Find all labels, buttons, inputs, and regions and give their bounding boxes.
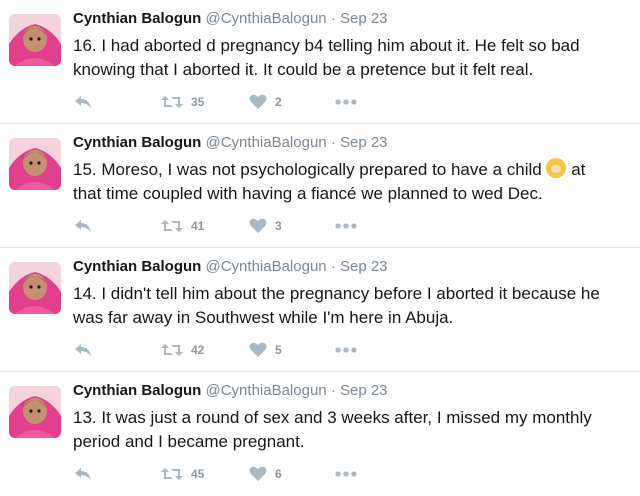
reply-button[interactable]: [73, 90, 93, 114]
tweet-text: 16. I had aborted d pregnancy b4 telling…: [73, 36, 580, 79]
tweet[interactable]: Cynthian Balogun @CynthiaBalogun · Sep 2…: [0, 372, 640, 496]
avatar[interactable]: [9, 386, 61, 438]
retweet-button[interactable]: 45: [161, 462, 204, 486]
separator-dot: ·: [330, 382, 336, 399]
heart-icon: [249, 466, 267, 482]
reply-icon: [73, 342, 93, 358]
more-button[interactable]: [335, 462, 357, 486]
tweet[interactable]: Cynthian Balogun @CynthiaBalogun · Sep 2…: [0, 0, 640, 124]
avatar[interactable]: [9, 138, 61, 190]
retweet-count: 41: [191, 219, 205, 233]
like-button[interactable]: 6: [249, 462, 282, 486]
heart-icon: [249, 218, 267, 234]
username[interactable]: @CynthiaBalogun: [206, 134, 327, 151]
display-name[interactable]: Cynthian Balogun: [73, 382, 201, 399]
more-icon: [335, 99, 357, 105]
separator-dot: ·: [330, 134, 336, 151]
timestamp[interactable]: Sep 23: [340, 10, 388, 27]
tweet-text-part: 15. Moreso, I was not psychologically pr…: [73, 160, 542, 179]
like-count: 5: [275, 343, 282, 357]
display-name[interactable]: Cynthian Balogun: [73, 10, 201, 27]
retweet-count: 45: [191, 467, 205, 481]
timestamp[interactable]: Sep 23: [340, 258, 388, 275]
reply-button[interactable]: [73, 214, 93, 238]
username[interactable]: @CynthiaBalogun: [206, 382, 327, 399]
retweet-count: 42: [191, 343, 205, 357]
reply-icon: [73, 94, 93, 110]
retweet-button[interactable]: 41: [161, 214, 204, 238]
tweet-text: 15. Moreso, I was not psychologically pr…: [73, 158, 618, 206]
more-icon: [335, 347, 357, 353]
tweet-header: Cynthian Balogun @CynthiaBalogun · Sep 2…: [73, 382, 388, 399]
display-name[interactable]: Cynthian Balogun: [73, 134, 201, 151]
more-icon: [335, 471, 357, 477]
username[interactable]: @CynthiaBalogun: [206, 10, 327, 27]
heart-icon: [249, 94, 267, 110]
reply-button[interactable]: [73, 338, 93, 362]
tweet-text: 13. It was just a round of sex and 3 wee…: [73, 408, 592, 451]
username[interactable]: @CynthiaBalogun: [206, 258, 327, 275]
reply-icon: [73, 218, 93, 234]
heart-icon: [249, 342, 267, 358]
more-button[interactable]: [335, 338, 357, 362]
avatar[interactable]: [9, 262, 61, 314]
tweet-header: Cynthian Balogun @CynthiaBalogun · Sep 2…: [73, 134, 388, 151]
separator-dot: ·: [330, 10, 336, 27]
baby-emoji-icon: [546, 158, 567, 178]
display-name[interactable]: Cynthian Balogun: [73, 258, 201, 275]
avatar[interactable]: [9, 14, 61, 66]
reply-button[interactable]: [73, 462, 93, 486]
separator-dot: ·: [330, 258, 336, 275]
timestamp[interactable]: Sep 23: [340, 382, 388, 399]
tweet-actions: 41 3: [73, 214, 393, 238]
tweet-actions: 42 5: [73, 338, 393, 362]
tweet-header: Cynthian Balogun @CynthiaBalogun · Sep 2…: [73, 10, 388, 27]
timestamp[interactable]: Sep 23: [340, 134, 388, 151]
retweet-button[interactable]: 42: [161, 338, 204, 362]
like-button[interactable]: 5: [249, 338, 282, 362]
like-count: 2: [275, 95, 282, 109]
like-button[interactable]: 3: [249, 214, 282, 238]
reply-icon: [73, 466, 93, 482]
more-button[interactable]: [335, 214, 357, 238]
retweet-icon: [161, 94, 183, 110]
retweet-count: 35: [191, 95, 205, 109]
like-count: 3: [275, 219, 282, 233]
more-icon: [335, 223, 357, 229]
retweet-icon: [161, 342, 183, 358]
tweet-actions: 35 2: [73, 90, 393, 114]
more-button[interactable]: [335, 90, 357, 114]
tweet[interactable]: Cynthian Balogun @CynthiaBalogun · Sep 2…: [0, 124, 640, 248]
tweet-text: 14. I didn't tell him about the pregnanc…: [73, 284, 600, 327]
like-count: 6: [275, 467, 282, 481]
retweet-button[interactable]: 35: [161, 90, 204, 114]
tweet-header: Cynthian Balogun @CynthiaBalogun · Sep 2…: [73, 258, 388, 275]
like-button[interactable]: 2: [249, 90, 282, 114]
tweet[interactable]: Cynthian Balogun @CynthiaBalogun · Sep 2…: [0, 248, 640, 372]
retweet-icon: [161, 218, 183, 234]
retweet-icon: [161, 466, 183, 482]
tweet-actions: 45 6: [73, 462, 393, 486]
